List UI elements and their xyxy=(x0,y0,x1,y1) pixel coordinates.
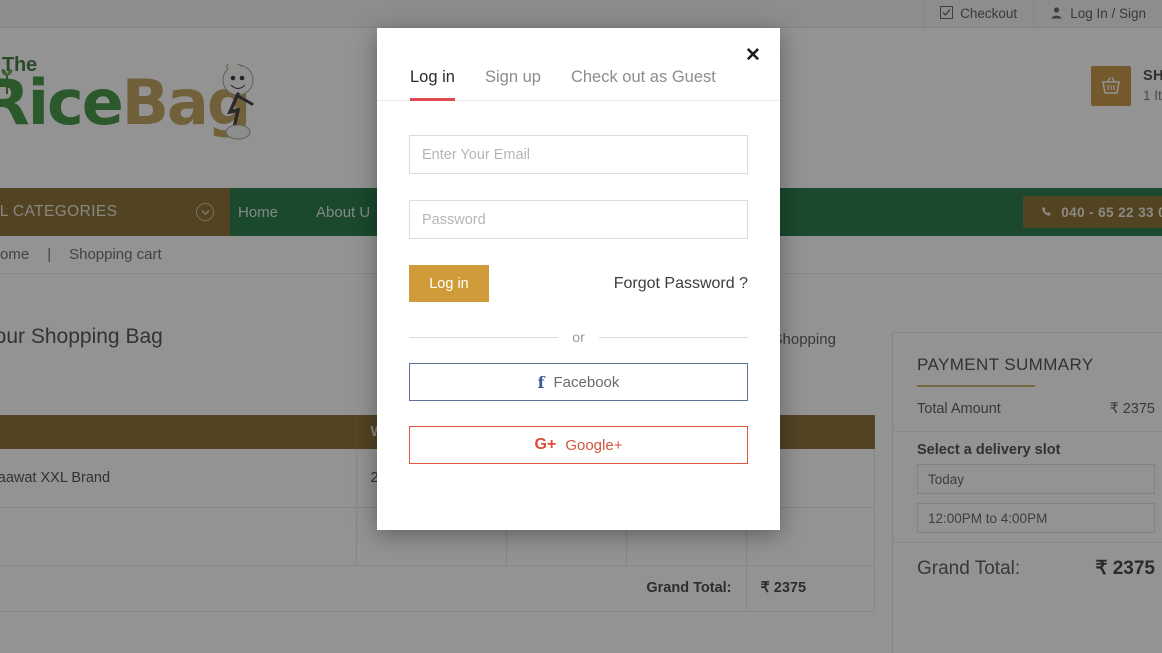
forgot-password-link[interactable]: Forgot Password ? xyxy=(614,275,748,293)
login-modal: ✕ Log in Sign up Check out as Guest Log … xyxy=(377,28,780,530)
facebook-icon: f xyxy=(537,372,545,392)
google-label: Google+ xyxy=(565,436,623,454)
google-plus-icon: G+ xyxy=(534,436,557,453)
close-icon[interactable]: ✕ xyxy=(742,44,764,66)
email-field[interactable] xyxy=(409,135,748,174)
login-button[interactable]: Log in xyxy=(409,265,489,302)
facebook-label: Facebook xyxy=(553,373,620,391)
tab-check-out-as-guest[interactable]: Check out as Guest xyxy=(571,68,716,101)
password-field[interactable] xyxy=(409,200,748,239)
modal-tabs: Log in Sign up Check out as Guest xyxy=(377,28,780,101)
or-separator: or xyxy=(409,329,749,345)
email-input[interactable] xyxy=(422,146,735,163)
tab-log-in[interactable]: Log in xyxy=(410,68,455,101)
modal-body: Log in Forgot Password ? or f Facebook G… xyxy=(377,101,780,464)
or-text: or xyxy=(572,329,585,345)
facebook-login-button[interactable]: f Facebook xyxy=(409,363,748,401)
password-input[interactable] xyxy=(422,211,735,228)
tab-sign-up[interactable]: Sign up xyxy=(485,68,541,101)
page-root: Checkout Log In / Sign The xyxy=(0,0,1162,653)
google-login-button[interactable]: G+ Google+ xyxy=(409,426,748,464)
or-line-left xyxy=(409,336,559,338)
or-line-right xyxy=(598,336,749,338)
login-action-row: Log in Forgot Password ? xyxy=(409,265,748,302)
